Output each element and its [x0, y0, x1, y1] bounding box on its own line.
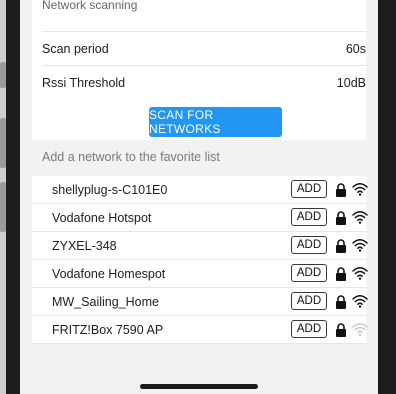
- wifi-icon: [352, 267, 368, 280]
- wifi-icon: [352, 323, 368, 336]
- lock-icon: [336, 295, 346, 309]
- network-row: Vodafone Hotspot ADD: [32, 204, 368, 232]
- rssi-threshold-row[interactable]: Rssi Threshold 10dB: [42, 65, 366, 99]
- scan-for-networks-button[interactable]: SCAN FOR NETWORKS: [149, 107, 282, 137]
- network-row: shellyplug-s-C101E0 ADD: [32, 176, 368, 204]
- network-name: FRITZ!Box 7590 AP: [52, 322, 164, 337]
- lock-icon: [336, 239, 346, 253]
- add-favorite-button[interactable]: ADD: [291, 236, 327, 254]
- lock-icon: [336, 267, 346, 281]
- scan-period-label: Scan period: [42, 41, 109, 56]
- network-row: Vodafone Homespot ADD: [32, 260, 368, 288]
- add-favorite-button[interactable]: ADD: [291, 180, 327, 198]
- network-row: FRITZ!Box 7590 AP ADD: [32, 316, 368, 344]
- network-row: ZYXEL-348 ADD: [32, 232, 368, 260]
- scan-period-value: 60s: [345, 41, 366, 56]
- rssi-threshold-label: Rssi Threshold: [42, 75, 126, 90]
- wifi-icon: [352, 239, 368, 252]
- network-name: Vodafone Hotspot: [52, 210, 152, 225]
- section-title: Network scanning: [42, 0, 138, 12]
- add-favorite-button[interactable]: ADD: [291, 208, 327, 226]
- network-name: MW_Sailing_Home: [52, 294, 159, 309]
- wifi-icon: [352, 295, 368, 308]
- scan-period-row[interactable]: Scan period 60s: [42, 31, 366, 65]
- wifi-icon: [352, 183, 368, 196]
- network-name: Vodafone Homespot: [52, 266, 166, 281]
- network-name: shellyplug-s-C101E0: [52, 182, 168, 197]
- add-favorite-button[interactable]: ADD: [291, 292, 327, 310]
- home-indicator[interactable]: [140, 384, 258, 389]
- device-side-button: [0, 118, 6, 168]
- lock-icon: [336, 211, 346, 225]
- device-frame-right: [378, 0, 396, 394]
- network-name: ZYXEL-348: [52, 238, 117, 253]
- rssi-threshold-value: 10dB: [336, 75, 366, 90]
- lock-icon: [336, 323, 346, 337]
- favorites-header: Add a network to the favorite list: [42, 150, 220, 164]
- app-screen: Network scanning Scan period 60s Rssi Th…: [20, 0, 378, 394]
- device-side-button: [0, 62, 6, 88]
- lock-icon: [336, 183, 346, 197]
- wifi-icon: [352, 211, 368, 224]
- network-scanning-panel: Network scanning Scan period 60s Rssi Th…: [32, 0, 366, 140]
- network-list: shellyplug-s-C101E0 ADD Vodafone Hotspot…: [32, 176, 368, 344]
- add-favorite-button[interactable]: ADD: [291, 320, 327, 338]
- network-row: MW_Sailing_Home ADD: [32, 288, 368, 316]
- add-favorite-button[interactable]: ADD: [291, 264, 327, 282]
- device-side-button: [0, 182, 6, 232]
